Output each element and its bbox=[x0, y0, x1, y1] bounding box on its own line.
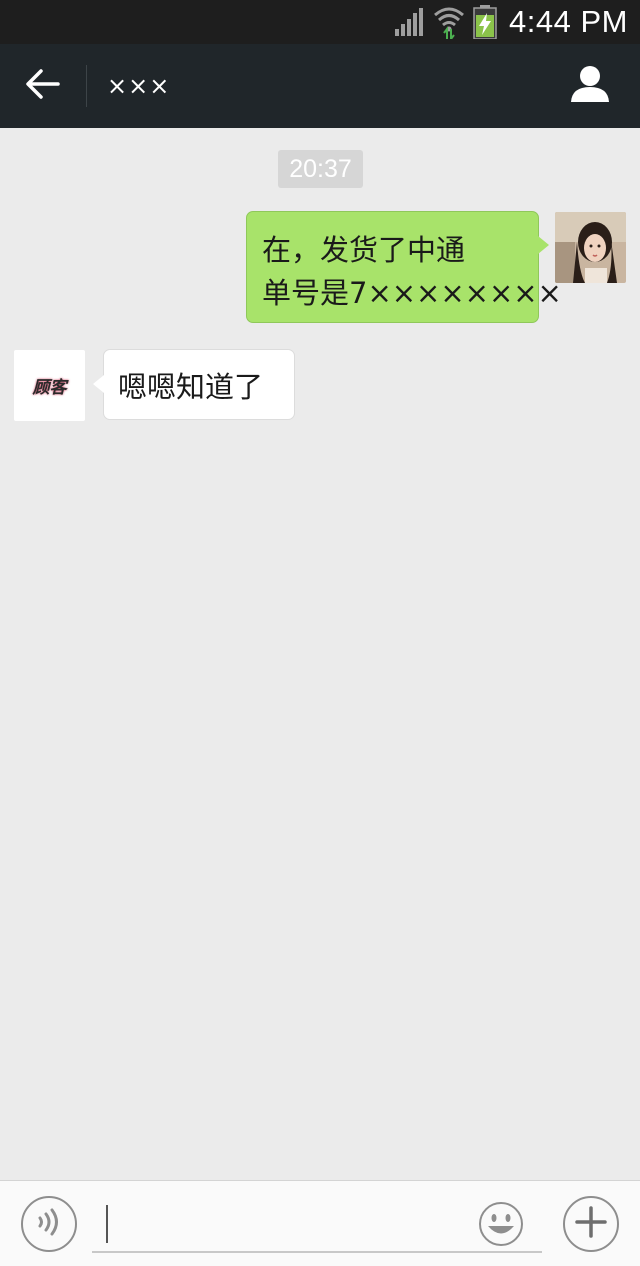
avatar-label: 顾客 bbox=[32, 378, 67, 398]
emoji-button[interactable] bbox=[478, 1201, 524, 1247]
smiley-icon bbox=[478, 1202, 524, 1251]
plus-icon bbox=[575, 1206, 607, 1242]
text-cursor bbox=[106, 1205, 108, 1243]
chat-screen: 4:44 PM ××× 20:37 在，发货了中通 单号是7×××××××× 顾… bbox=[0, 0, 640, 1266]
arrow-left-icon bbox=[26, 69, 60, 103]
message-timestamp: 20:37 bbox=[278, 150, 363, 188]
signal-icon bbox=[395, 8, 425, 36]
sent-message-bubble[interactable]: 在，发货了中通 单号是7×××××××× bbox=[246, 211, 562, 323]
profile-button[interactable] bbox=[548, 44, 632, 128]
message-text-line: 在，发货了中通 bbox=[262, 233, 466, 267]
received-message-bubble[interactable]: 嗯嗯知道了 bbox=[93, 349, 295, 420]
input-bar bbox=[0, 1180, 640, 1266]
person-icon bbox=[570, 65, 610, 107]
contact-name: ××× bbox=[107, 72, 171, 100]
chat-header: ××× bbox=[0, 44, 640, 128]
status-time: 4:44 PM bbox=[509, 4, 628, 39]
voice-button[interactable] bbox=[21, 1196, 77, 1252]
message-list[interactable]: 20:37 在，发货了中通 单号是7×××××××× 顾客 嗯嗯知道了 bbox=[0, 128, 640, 1180]
self-avatar[interactable] bbox=[555, 212, 626, 283]
status-bar: 4:44 PM bbox=[0, 0, 640, 44]
message-text-line: 单号是7×××××××× bbox=[262, 276, 562, 310]
wifi-icon bbox=[433, 5, 465, 39]
voice-icon bbox=[34, 1207, 64, 1241]
back-button[interactable] bbox=[0, 44, 86, 128]
add-button[interactable] bbox=[563, 1196, 619, 1252]
header-divider bbox=[86, 65, 87, 107]
message-input-wrapper bbox=[92, 1195, 542, 1253]
message-text: 嗯嗯知道了 bbox=[118, 369, 264, 404]
message-input[interactable] bbox=[104, 1201, 464, 1245]
contact-avatar[interactable]: 顾客 bbox=[14, 350, 85, 421]
battery-charging-icon bbox=[473, 5, 497, 39]
